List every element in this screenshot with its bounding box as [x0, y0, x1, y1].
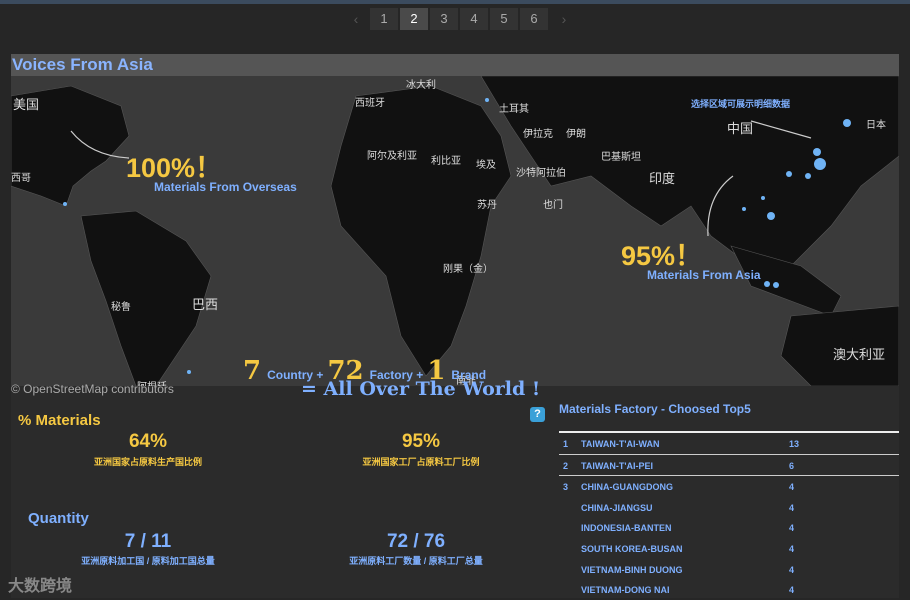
- pagination: ‹ 1 2 3 4 5 6 ›: [342, 8, 578, 30]
- page-1-button[interactable]: 1: [370, 8, 398, 30]
- page-5-button[interactable]: 5: [490, 8, 518, 30]
- map-label-china: 中国: [727, 121, 754, 136]
- materials-right-value: 95%: [401, 431, 441, 452]
- map-label-saudi: 沙特阿拉伯: [516, 168, 566, 179]
- table-row[interactable]: VIETNAM-DONG NAI 4: [559, 579, 899, 598]
- map-label-india: 印度: [649, 171, 676, 186]
- map-label-peru: 秘鲁: [111, 302, 131, 313]
- table-row[interactable]: VIETNAM-BINH DUONG 4: [559, 559, 899, 580]
- map-land-svg: [11, 76, 899, 386]
- world-map[interactable]: 美国 西哥 西班牙 冰大利 土耳其 伊拉克 伊朗 阿尔及利亚 利比亚 埃及 沙特…: [11, 76, 899, 386]
- row-count: 4: [789, 502, 795, 513]
- row-count: 13: [789, 439, 800, 449]
- map-attribution[interactable]: © OpenStreetMap contributors: [11, 382, 174, 396]
- materials-right-label: 亚洲国家工厂占原料工厂比例: [362, 457, 480, 467]
- quantity-right-value: 72 / 76: [386, 531, 446, 552]
- asia-label: Materials From Asia: [647, 268, 761, 282]
- quantity-left-value: 7 / 11: [124, 531, 172, 552]
- row-count: 4: [789, 543, 795, 554]
- watermark-logo: 大数跨境: [8, 578, 73, 595]
- row-count: 6: [789, 460, 795, 471]
- row-name: VIETNAM-BINH DUONG: [581, 564, 683, 575]
- quantity-right-label: 亚洲原料工厂数量 / 原料工厂总量: [349, 556, 483, 566]
- select-region-tip: 选择区域可展示明细数据: [691, 99, 791, 109]
- help-icon[interactable]: ?: [530, 407, 545, 422]
- prev-page-button[interactable]: ‹: [342, 11, 370, 27]
- row-rank: 1: [563, 439, 569, 449]
- map-dot: [764, 281, 770, 287]
- map-label-libya: 利比亚: [431, 156, 461, 167]
- page-6-button[interactable]: 6: [520, 8, 548, 30]
- map-dot: [843, 119, 851, 127]
- map-label-algeria: 阿尔及利亚: [367, 151, 417, 162]
- map-label-yemen: 也门: [543, 200, 563, 211]
- panel-title: Voices From Asia: [12, 55, 153, 74]
- panel-title-bar: Voices From Asia: [11, 54, 899, 76]
- map-dot: [63, 202, 67, 206]
- map-label-egypt: 埃及: [476, 160, 496, 171]
- page-2-button[interactable]: 2: [400, 8, 428, 30]
- map-dot: [767, 212, 775, 220]
- page-4-button[interactable]: 4: [460, 8, 488, 30]
- quantity-title: Quantity: [28, 510, 89, 527]
- map-label-iran: 伊朗: [566, 129, 586, 140]
- row-name: INDONESIA-BANTEN: [581, 523, 672, 534]
- table-row[interactable]: INDONESIA-BANTEN 4: [559, 517, 899, 538]
- map-label-usa: 美国: [13, 97, 40, 112]
- map-label-brazil: 巴西: [192, 297, 219, 312]
- map-dot: [786, 171, 792, 177]
- map-label-spain: 西班牙: [355, 98, 385, 109]
- page-3-button[interactable]: 3: [430, 8, 458, 30]
- next-page-button[interactable]: ›: [550, 11, 578, 27]
- map-dot: [187, 370, 191, 374]
- europe-africa-shape: [330, 85, 512, 377]
- map-dot: [485, 98, 489, 102]
- map-label-japan: 日本: [866, 120, 886, 131]
- table-row[interactable]: SOUTH KOREA-BUSAN 4: [559, 538, 899, 559]
- map-label-australia: 澳大利亚: [833, 347, 886, 362]
- row-count: 4: [789, 564, 795, 575]
- table-row[interactable]: 3 CHINA-GUANGDONG 4: [559, 476, 899, 497]
- map-dot: [805, 173, 811, 179]
- quantity-left-label: 亚洲原料加工国 / 原料加工国总量: [81, 556, 215, 566]
- map-label-iraq: 伊拉克: [523, 129, 553, 140]
- factory-table: 1 TAIWAN-T'AI-WAN 13 2 TAIWAN-T'AI-PEI 6 3 CH…: [559, 431, 899, 598]
- row-name: CHINA-GUANGDONG: [581, 482, 673, 493]
- table-row[interactable]: 2 TAIWAN-T'AI-PEI 6: [559, 455, 899, 477]
- map-dot: [773, 282, 779, 288]
- row-name: CHINA-JIANGSU: [581, 502, 653, 513]
- map-label-iceland: 冰大利: [406, 80, 436, 91]
- row-rank: 3: [563, 482, 569, 493]
- materials-left-value: 64%: [128, 431, 168, 452]
- overseas-label: Materials From Overseas: [154, 180, 297, 194]
- factory-table-title: Materials Factory - Choosed Top5: [559, 402, 751, 416]
- row-count: 4: [789, 482, 795, 493]
- row-count: 4: [789, 585, 795, 596]
- row-name: VIETNAM-DONG NAI: [581, 585, 670, 596]
- materials-title: % Materials: [18, 412, 101, 429]
- map-label-turkey: 土耳其: [499, 104, 529, 115]
- table-row[interactable]: CHINA-JIANGSU 4: [559, 497, 899, 518]
- table-row[interactable]: 1 TAIWAN-T'AI-WAN 13: [559, 433, 899, 455]
- materials-left-label: 亚洲国家占原料生产国比例: [93, 457, 202, 467]
- country-count: 7: [243, 356, 262, 386]
- map-label-pakistan: 巴基斯坦: [601, 152, 641, 163]
- top-bar: ‹ 1 2 3 4 5 6 ›: [0, 0, 910, 32]
- row-name: SOUTH KOREA-BUSAN: [581, 543, 683, 554]
- row-count: 4: [789, 523, 795, 534]
- map-dot: [761, 196, 765, 200]
- tagline: = All Over The World !: [301, 378, 541, 400]
- map-label-congo: 刚果（金）: [443, 264, 493, 275]
- row-name: TAIWAN-T'AI-PEI: [581, 460, 653, 471]
- dashboard-panel: Voices From Asia 美国 西哥 西班牙 冰大利 土耳其 伊拉克 伊…: [11, 54, 899, 598]
- map-label-mexico: 西哥: [11, 173, 31, 184]
- map-dot: [813, 148, 821, 156]
- row-name: TAIWAN-T'AI-WAN: [581, 439, 660, 449]
- map-label-sudan: 苏丹: [477, 200, 497, 211]
- row-rank: 2: [563, 460, 569, 471]
- map-dot: [742, 207, 746, 211]
- map-dot: [814, 158, 826, 170]
